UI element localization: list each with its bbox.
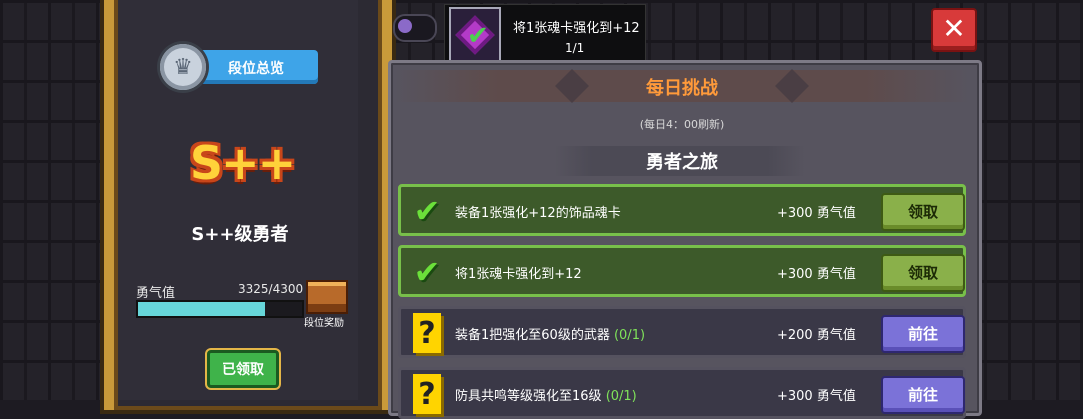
claimed-button[interactable]: 已领取 [207, 350, 279, 388]
popup-task-title: 将1张魂卡强化到+12 [513, 21, 640, 36]
courage-label: 勇气值 [136, 286, 176, 301]
question-mark-icon: ? [407, 313, 447, 353]
rank-reward-chest-icon[interactable] [306, 280, 348, 314]
rank-emblem-icon: ♛ [160, 44, 206, 90]
go-button[interactable]: 前往 [881, 315, 965, 353]
claimed-label: 已领取 [222, 362, 264, 378]
task-reward: +300 勇气值 [777, 267, 856, 282]
popup-task-progress: 1/1 [565, 41, 585, 55]
daily-challenge-panel [388, 60, 982, 416]
claim-button[interactable]: 领取 [881, 193, 965, 231]
question-mark-icon: ? [407, 374, 447, 414]
check-icon: ✔ [467, 21, 489, 51]
task-text: 将1张魂卡强化到+12 [455, 267, 582, 282]
toggle-knob [398, 19, 412, 33]
close-button[interactable]: ✕ [931, 8, 977, 52]
section-title: 勇者之旅 [646, 152, 718, 173]
task-row: ? 防具共鸣等级强化至16级 (0/1) +300 勇气值 前往 [398, 367, 966, 419]
task-row: ✔ 将1张魂卡强化到+12 +300 勇气值 领取 [398, 245, 966, 297]
rank-badge: S++ [178, 128, 306, 198]
task-row: ✔ 装备1张强化+12的饰品魂卡 +300 勇气值 领取 [398, 184, 966, 236]
completed-check-icon: ✔ [413, 192, 441, 230]
soul-card-icon: ✔ [449, 7, 501, 63]
rank-name: S++级勇者 [191, 224, 289, 245]
task-row: ? 装备1把强化至60级的武器 (0/1) +200 勇气值 前往 [398, 306, 966, 358]
refresh-note: (每日4：00刷新) [639, 118, 725, 131]
courage-progress-bar [136, 300, 304, 318]
toggle-switch[interactable] [393, 14, 437, 42]
task-text: 装备1把强化至60级的武器 (0/1) [455, 328, 646, 343]
courage-progress-fill [138, 302, 265, 316]
rank-badge-text: S++ [189, 136, 296, 190]
task-reward: +200 勇气值 [777, 328, 856, 343]
task-text: 防具共鸣等级强化至16级 (0/1) [455, 389, 637, 404]
courage-value: 3325/4300 [238, 282, 304, 296]
completed-check-icon: ✔ [413, 253, 441, 291]
claim-button[interactable]: 领取 [881, 254, 965, 292]
rank-overview-label: 段位总览 [228, 61, 284, 77]
daily-challenge-title: 每日挑战 [646, 78, 718, 99]
task-complete-popup: ✔ 将1张魂卡强化到+12 1/1 [444, 4, 646, 63]
rank-reward-label: 段位奖励 [304, 318, 344, 329]
go-button[interactable]: 前往 [881, 376, 965, 414]
task-reward: +300 勇气值 [777, 389, 856, 404]
task-reward: +300 勇气值 [777, 206, 856, 221]
task-text: 装备1张强化+12的饰品魂卡 [455, 206, 621, 221]
